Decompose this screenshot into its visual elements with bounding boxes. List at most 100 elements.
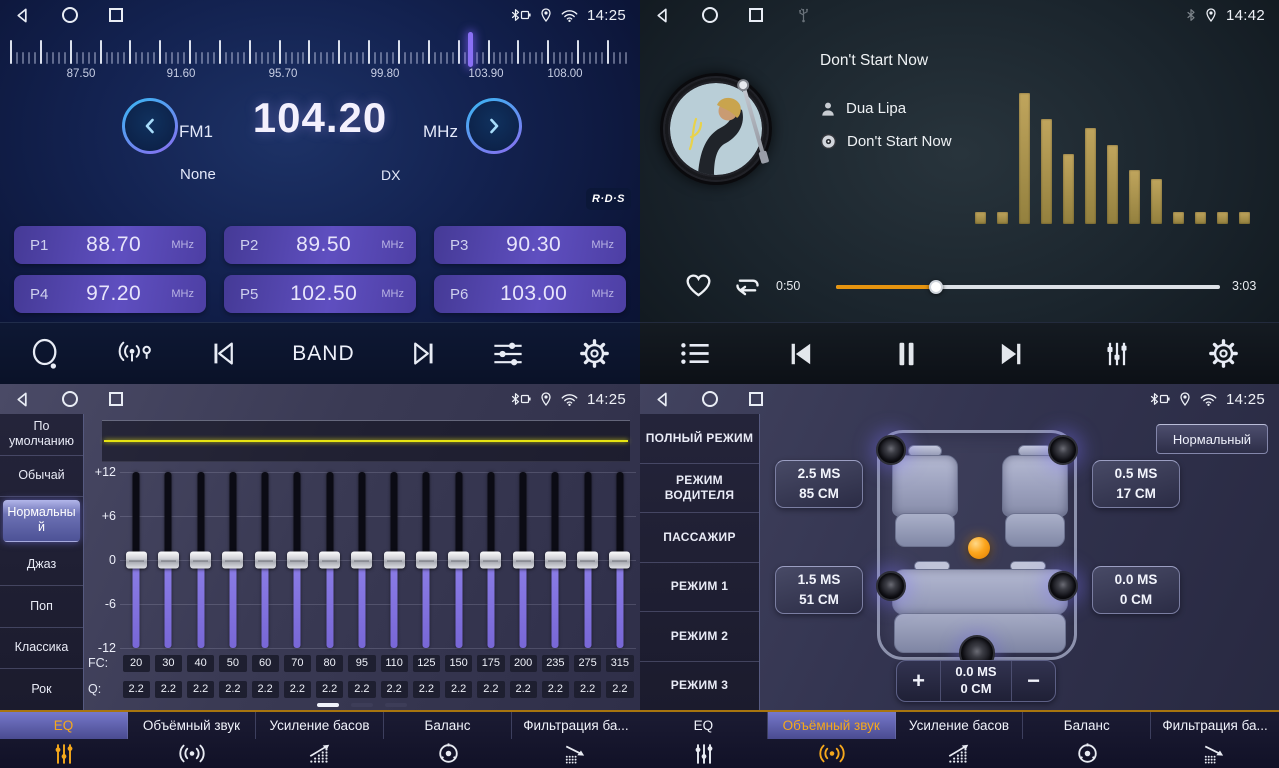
tab-bass-boost[interactable]: Усиление басов: [896, 712, 1024, 768]
eq-band-slider[interactable]: [443, 472, 475, 648]
q-value[interactable]: 2.2: [348, 681, 375, 698]
eq-band-slider[interactable]: [120, 472, 152, 648]
eq-preset-default[interactable]: По умолчанию: [0, 414, 83, 456]
q-value[interactable]: 2.2: [510, 681, 537, 698]
q-value[interactable]: 2.2: [477, 681, 504, 698]
tuner-dial[interactable]: 87.5091.6095.7099.80103.90108.00: [0, 30, 640, 86]
fc-value[interactable]: 235: [542, 655, 569, 672]
band-button[interactable]: BAND: [292, 342, 354, 366]
pager-dot[interactable]: [351, 703, 373, 707]
q-value[interactable]: 2.2: [381, 681, 408, 698]
delay-rear-left[interactable]: 1.5 MS51 CM: [775, 566, 863, 614]
back-icon[interactable]: [654, 391, 671, 408]
fc-value[interactable]: 95: [348, 655, 375, 672]
fc-value[interactable]: 110: [381, 655, 408, 672]
settings-gear-icon[interactable]: [579, 338, 610, 369]
q-value[interactable]: 2.2: [155, 681, 182, 698]
delay-front-left[interactable]: 2.5 MS85 CM: [775, 460, 863, 508]
fc-value[interactable]: 125: [413, 655, 440, 672]
preset-button-p6[interactable]: P6103.00MHz: [434, 275, 626, 313]
preset-button-p3[interactable]: P390.30MHz: [434, 226, 626, 264]
mode-passenger[interactable]: ПАССАЖИР: [640, 513, 759, 563]
settings-gear-icon[interactable]: [1208, 338, 1239, 369]
eq-band-slider[interactable]: [281, 472, 313, 648]
preset-button-p1[interactable]: P188.70MHz: [14, 226, 206, 264]
home-icon[interactable]: [702, 7, 718, 23]
mode-1[interactable]: РЕЖИМ 1: [640, 563, 759, 613]
tab-surround[interactable]: Объёмный звук: [128, 712, 256, 768]
eq-band-slider[interactable]: [249, 472, 281, 648]
tab-balance[interactable]: Баланс: [1023, 712, 1151, 768]
delay-front-right[interactable]: 0.5 MS17 CM: [1092, 460, 1180, 508]
mode-full[interactable]: ПОЛНЫЙ РЕЖИМ: [640, 414, 759, 464]
next-station-button[interactable]: [408, 339, 437, 368]
recents-icon[interactable]: [109, 392, 123, 406]
pager-dot[interactable]: [385, 703, 407, 707]
fc-value[interactable]: 50: [219, 655, 246, 672]
q-value[interactable]: 2.2: [123, 681, 150, 698]
playlist-icon[interactable]: [680, 341, 710, 366]
eq-band-slider[interactable]: [217, 472, 249, 648]
eq-band-slider[interactable]: [410, 472, 442, 648]
previous-track-button[interactable]: [787, 340, 817, 368]
recents-icon[interactable]: [749, 392, 763, 406]
tune-down-button[interactable]: [122, 98, 178, 154]
eq-preset-custom[interactable]: Обычай: [0, 456, 83, 498]
fc-value[interactable]: 175: [477, 655, 504, 672]
tab-filter[interactable]: Фильтрация ба...: [1151, 712, 1279, 768]
previous-station-button[interactable]: [210, 339, 239, 368]
fc-value[interactable]: 70: [284, 655, 311, 672]
tab-eq[interactable]: EQ: [0, 712, 128, 768]
mode-3[interactable]: РЕЖИМ 3: [640, 662, 759, 711]
progress-thumb[interactable]: [929, 280, 943, 294]
eq-band-slider[interactable]: [539, 472, 571, 648]
q-value[interactable]: 2.2: [445, 681, 472, 698]
q-value[interactable]: 2.2: [252, 681, 279, 698]
pause-button[interactable]: [895, 340, 918, 368]
tune-up-button[interactable]: [466, 98, 522, 154]
q-value[interactable]: 2.2: [542, 681, 569, 698]
preset-button-p4[interactable]: P497.20MHz: [14, 275, 206, 313]
recents-icon[interactable]: [749, 8, 763, 22]
tab-surround[interactable]: Объёмный звук: [768, 712, 896, 768]
eq-preset-rock[interactable]: Рок: [0, 669, 83, 710]
home-icon[interactable]: [702, 391, 718, 407]
mode-2[interactable]: РЕЖИМ 2: [640, 612, 759, 662]
fc-value[interactable]: 315: [606, 655, 633, 672]
home-icon[interactable]: [62, 391, 78, 407]
eq-preset-pop[interactable]: Поп: [0, 586, 83, 628]
repeat-icon[interactable]: [732, 273, 763, 298]
eq-band-slider[interactable]: [185, 472, 217, 648]
q-value[interactable]: 2.2: [413, 681, 440, 698]
q-value[interactable]: 2.2: [284, 681, 311, 698]
eq-band-slider[interactable]: [346, 472, 378, 648]
tab-eq[interactable]: EQ: [640, 712, 768, 768]
eq-band-slider[interactable]: [507, 472, 539, 648]
preset-button-p2[interactable]: P289.50MHz: [224, 226, 416, 264]
delay-rear-right[interactable]: 0.0 MS0 CM: [1092, 566, 1180, 614]
eq-band-slider[interactable]: [314, 472, 346, 648]
eq-sliders-icon[interactable]: [491, 339, 525, 369]
home-icon[interactable]: [62, 7, 78, 23]
q-value[interactable]: 2.2: [574, 681, 601, 698]
fc-value[interactable]: 60: [252, 655, 279, 672]
q-value[interactable]: 2.2: [316, 681, 343, 698]
fc-value[interactable]: 30: [155, 655, 182, 672]
mode-driver[interactable]: РЕЖИМ ВОДИТЕЛЯ: [640, 464, 759, 514]
listening-position-marker[interactable]: [968, 537, 990, 559]
fc-value[interactable]: 150: [445, 655, 472, 672]
eq-preset-classic[interactable]: Классика: [0, 628, 83, 670]
speaker-rear-right[interactable]: [1048, 571, 1078, 601]
fc-value[interactable]: 200: [510, 655, 537, 672]
back-icon[interactable]: [654, 7, 671, 24]
q-value[interactable]: 2.2: [219, 681, 246, 698]
eq-band-slider[interactable]: [475, 472, 507, 648]
scan-button[interactable]: [30, 337, 62, 371]
favorite-heart-icon[interactable]: [684, 272, 713, 298]
delay-plus-button[interactable]: +: [897, 661, 941, 701]
speaker-rear-left[interactable]: [876, 571, 906, 601]
eq-preset-normal[interactable]: Нормальный: [3, 500, 80, 542]
tab-filter[interactable]: Фильтрация ба...: [512, 712, 640, 768]
delay-minus-button[interactable]: −: [1011, 661, 1055, 701]
eq-band-slider[interactable]: [378, 472, 410, 648]
